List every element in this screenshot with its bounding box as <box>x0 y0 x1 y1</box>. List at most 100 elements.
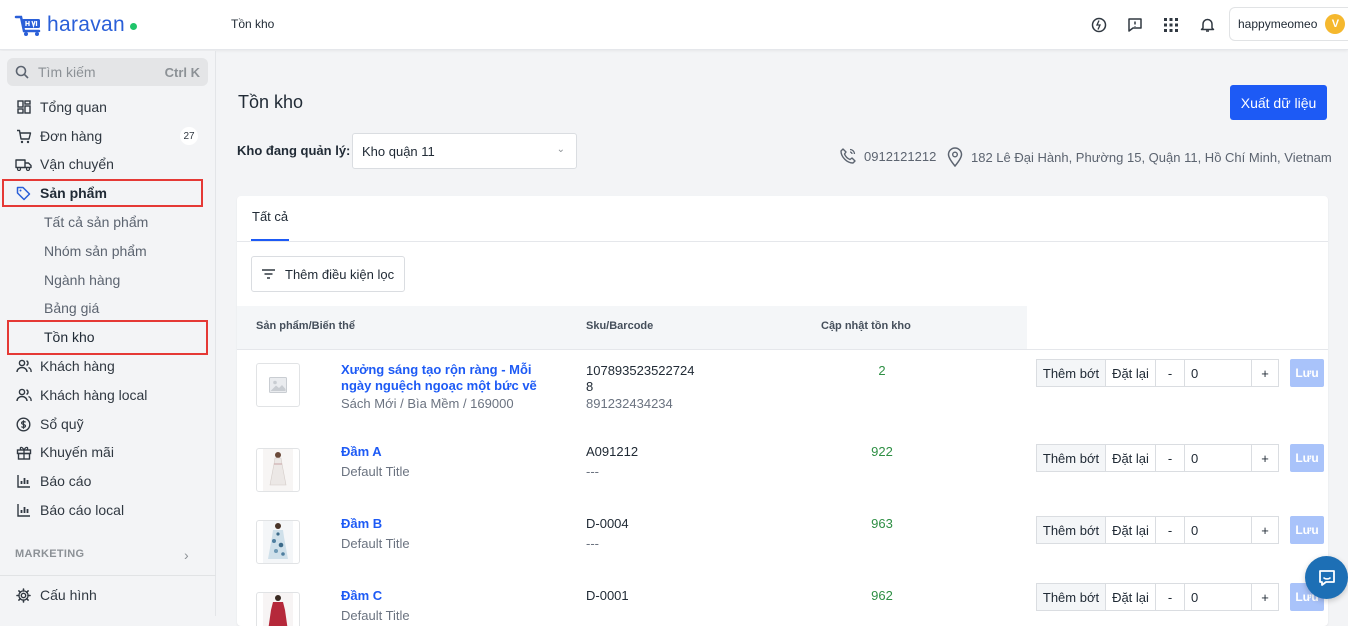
stock-quantity: 962 <box>871 588 893 603</box>
stock-adjust-controls: Thêm bớt Đặt lại - 0 + <box>1036 359 1279 387</box>
section-label-marketing: MARKETING <box>15 548 85 560</box>
dress-image <box>263 593 293 626</box>
adjust-button[interactable]: Thêm bớt <box>1036 583 1106 611</box>
save-button[interactable]: Lưu <box>1290 444 1324 472</box>
search-input[interactable]: Tìm kiếm Ctrl K <box>7 58 208 86</box>
sidebar-item-cashbook[interactable]: Sổ quỹ <box>0 410 216 438</box>
reset-button[interactable]: Đặt lại <box>1105 583 1156 611</box>
column-header-product: Sản phẩm/Biến thể <box>256 320 356 332</box>
stock-quantity: 2 <box>878 363 886 378</box>
chat-support-button[interactable] <box>1305 556 1348 599</box>
page-title: Tồn kho <box>238 92 304 112</box>
sidebar-item-customers-local[interactable]: Khách hàng local <box>0 381 216 409</box>
reset-button[interactable]: Đặt lại <box>1105 516 1156 544</box>
address-text: 182 Lê Đại Hành, Phường 15, Quận 11, Hồ … <box>971 149 1332 165</box>
quantity-input[interactable]: 0 <box>1184 583 1252 611</box>
dress-image <box>263 449 293 491</box>
sidebar-subitem-price-list[interactable]: Bảng giá <box>44 295 99 321</box>
chevron-down-icon: ⌄ <box>556 144 565 155</box>
dress-image <box>263 521 293 563</box>
adjust-button[interactable]: Thêm bớt <box>1036 359 1106 387</box>
apps-grid-icon[interactable] <box>1161 15 1181 35</box>
users-icon <box>15 387 32 404</box>
sidebar-item-reports[interactable]: Báo cáo <box>0 467 216 495</box>
save-button[interactable]: Lưu <box>1290 359 1324 387</box>
adjust-button[interactable]: Thêm bớt <box>1036 444 1106 472</box>
brand-name: haravan <box>47 13 125 36</box>
add-filter-label: Thêm điều kiện lọc <box>285 266 395 282</box>
decrement-button[interactable]: - <box>1155 359 1185 387</box>
sidebar-item-shipping[interactable]: Vận chuyển <box>0 150 216 178</box>
sidebar-subitem-industries[interactable]: Ngành hàng <box>44 267 120 293</box>
barcode-value: 891232434234 <box>586 396 673 411</box>
sidebar-item-label: Tổng quan <box>40 99 107 115</box>
decrement-button[interactable]: - <box>1155 583 1185 611</box>
chevron-right-icon[interactable]: › <box>184 547 189 563</box>
warehouse-address: 182 Lê Đại Hành, Phường 15, Quận 11, Hồ … <box>946 147 1332 167</box>
sidebar-item-overview[interactable]: Tổng quan <box>0 93 216 121</box>
sidebar-item-label: Sổ quỹ <box>40 416 84 432</box>
table-row: Đầm C Default Title D-0001 962 Thêm bớt … <box>237 579 1328 626</box>
sidebar-item-promotions[interactable]: Khuyến mãi <box>0 438 216 466</box>
column-header-sku: Sku/Barcode <box>586 320 654 332</box>
top-bar: haravan Tồn kho happymeomeo V <box>0 0 1348 50</box>
truck-icon <box>15 156 32 173</box>
reset-button[interactable]: Đặt lại <box>1105 359 1156 387</box>
warehouse-phone: 0912121212 <box>839 147 936 165</box>
search-icon <box>15 65 29 79</box>
adjust-button[interactable]: Thêm bớt <box>1036 516 1106 544</box>
sidebar-item-label: Báo cáo local <box>40 502 125 518</box>
bell-icon[interactable] <box>1197 15 1217 35</box>
feedback-icon[interactable] <box>1125 15 1145 35</box>
sidebar-item-settings[interactable]: Cấu hình <box>0 581 216 609</box>
gift-icon <box>15 444 32 461</box>
inventory-card: Tất cả Thêm điều kiện lọc Sản phẩm/Biến … <box>237 196 1328 626</box>
table-row: Đầm B Default Title D-0004 --- 963 Thêm … <box>237 507 1328 579</box>
increment-button[interactable]: + <box>1251 444 1279 472</box>
quantity-input[interactable]: 0 <box>1184 444 1252 472</box>
cart-icon <box>15 128 32 145</box>
main-content: Tồn kho Xuất dữ liệu Kho đang quản lý: K… <box>217 51 1348 626</box>
increment-button[interactable]: + <box>1251 583 1279 611</box>
sidebar-item-orders[interactable]: Đơn hàng 27 <box>0 122 216 150</box>
haravan-logo[interactable]: haravan <box>14 12 137 38</box>
product-variant: Default Title <box>341 464 410 479</box>
product-thumbnail <box>256 520 300 564</box>
product-name-link[interactable]: Đầm B <box>341 516 382 532</box>
avatar: V <box>1325 14 1346 34</box>
decrement-button[interactable]: - <box>1155 516 1185 544</box>
sidebar-subitem-all-products[interactable]: Tất cả sản phẩm <box>44 209 148 235</box>
users-icon <box>15 358 32 375</box>
sidebar-item-customers[interactable]: Khách hàng <box>0 352 216 380</box>
user-menu[interactable]: happymeomeo V <box>1229 7 1348 41</box>
highlight-inventory <box>7 320 208 355</box>
decrement-button[interactable]: - <box>1155 444 1185 472</box>
dashboard-icon <box>15 99 32 116</box>
sidebar-item-label: Vận chuyển <box>40 156 114 172</box>
product-name-link[interactable]: Xưởng sáng tạo rộn ràng - Mỗi ngày nguệch… <box>341 362 537 394</box>
reset-button[interactable]: Đặt lại <box>1105 444 1156 472</box>
product-name-link[interactable]: Đầm A <box>341 444 382 460</box>
add-filter-button[interactable]: Thêm điều kiện lọc <box>251 256 405 292</box>
sidebar-item-label: Đơn hàng <box>40 128 103 144</box>
product-variant: Sách Mới / Bìa Mềm / 169000 <box>341 396 514 411</box>
globe-icon[interactable] <box>1089 15 1109 35</box>
barcode-value: --- <box>586 536 599 551</box>
sidebar-subitem-product-groups[interactable]: Nhóm sản phẩm <box>44 238 147 264</box>
warehouse-select[interactable]: Kho quận 11 ⌄ <box>352 133 577 169</box>
user-name: happymeomeo <box>1238 17 1318 31</box>
tab-divider <box>237 241 1328 242</box>
sidebar-item-reports-local[interactable]: Báo cáo local <box>0 496 216 524</box>
save-button[interactable]: Lưu <box>1290 516 1324 544</box>
product-name-link[interactable]: Đầm C <box>341 588 382 604</box>
location-pin-icon <box>947 147 963 167</box>
export-data-button[interactable]: Xuất dữ liệu <box>1230 85 1327 120</box>
warehouse-label: Kho đang quản lý: <box>237 143 351 158</box>
sidebar-item-label: Báo cáo <box>40 473 92 489</box>
increment-button[interactable]: + <box>1251 359 1279 387</box>
tab-all[interactable]: Tất cả <box>252 209 288 224</box>
quantity-input[interactable]: 0 <box>1184 359 1252 387</box>
quantity-input[interactable]: 0 <box>1184 516 1252 544</box>
increment-button[interactable]: + <box>1251 516 1279 544</box>
sku-line: 8 <box>586 379 594 394</box>
